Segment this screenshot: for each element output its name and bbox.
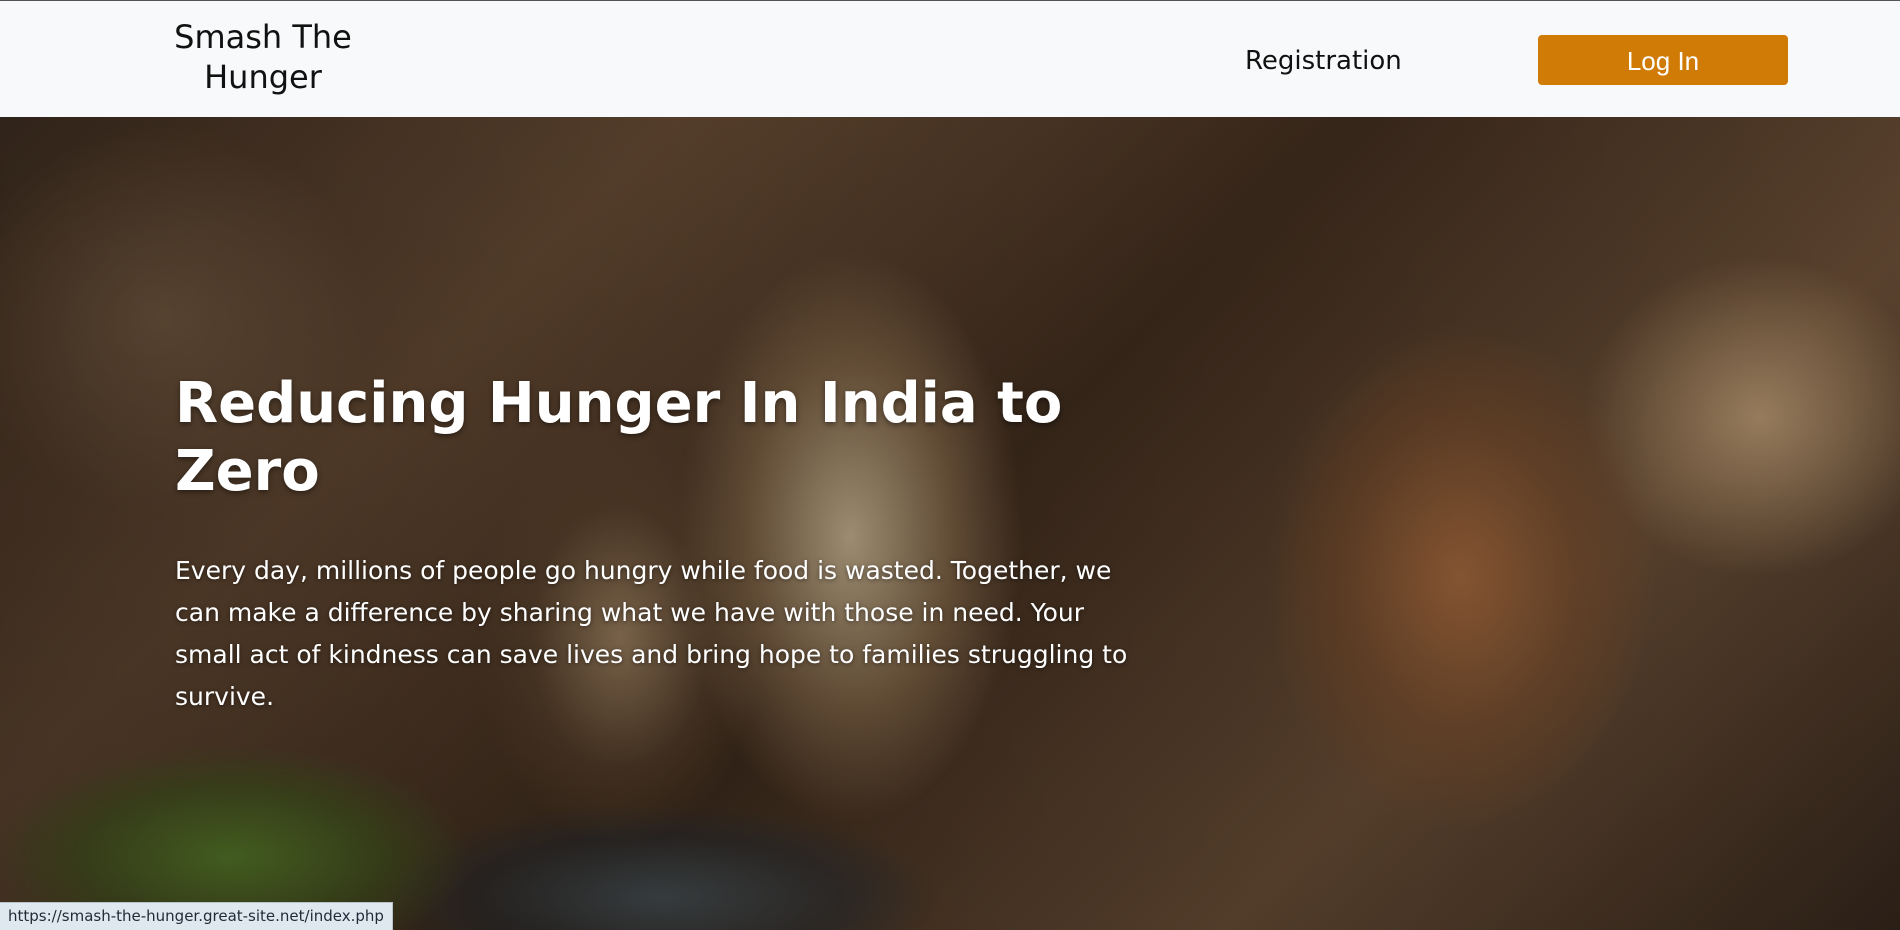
hero-description: Every day, millions of people go hungry …	[175, 556, 1128, 711]
hero-content: Reducing Hunger In India to Zero Every d…	[175, 370, 1155, 718]
hero-section: Reducing Hunger In India to Zero Every d…	[0, 117, 1900, 930]
status-bar-url: https://smash-the-hunger.great-site.net/…	[0, 902, 393, 930]
hero-title: Reducing Hunger In India to Zero	[175, 371, 1063, 504]
registration-link[interactable]: Registration	[1245, 44, 1402, 78]
login-button[interactable]: Log In	[1538, 35, 1788, 85]
brand-logo-text[interactable]: Smash The Hunger	[160, 17, 366, 97]
page: Smash The Hunger Registration Log In Red…	[0, 0, 1900, 930]
navbar: Smash The Hunger Registration Log In	[0, 0, 1900, 117]
